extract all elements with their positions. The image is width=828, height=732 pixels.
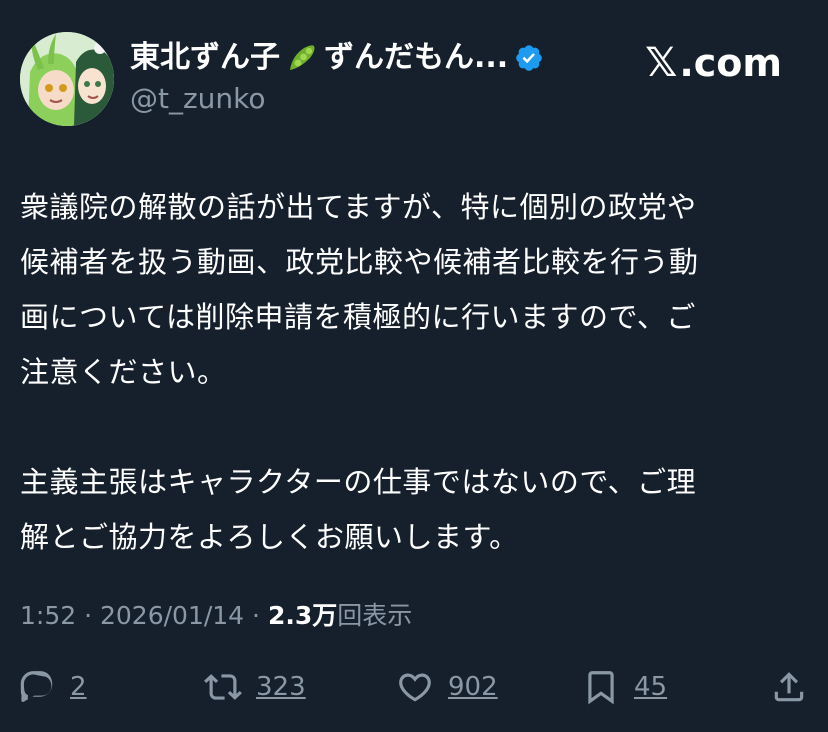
repost-icon — [204, 674, 242, 700]
views-label: 回表示 — [337, 601, 413, 630]
meta-separator: · — [252, 601, 260, 630]
bookmark-icon — [588, 671, 614, 705]
reply-icon — [20, 671, 53, 702]
like-icon — [399, 673, 431, 702]
tweet-paragraph-2: 主義主張はキャラクターの仕事ではないので、ご理 解とご協力をよろしくお願いします… — [20, 465, 697, 554]
brand-domain: .com — [679, 41, 782, 85]
like-count: 902 — [448, 672, 498, 702]
tweet-text: 衆議院の解散の話が出てますが、特に個別の政党や 候補者を扱う動画、政党比較や候補… — [20, 180, 810, 565]
author-handle[interactable]: @t_zunko — [130, 82, 544, 116]
bookmark-button[interactable]: 45 — [582, 664, 667, 710]
like-button[interactable]: 902 — [396, 664, 498, 710]
verified-badge-icon — [514, 43, 544, 73]
display-name-suffix: ずんだもん... — [324, 40, 509, 75]
avatar[interactable] — [20, 32, 114, 126]
reply-button[interactable]: 2 — [18, 664, 87, 710]
x-com-watermark: 𝕏 .com — [645, 40, 782, 86]
display-name-text: 東北ずん子 — [130, 40, 280, 75]
edamame-icon — [286, 42, 318, 74]
display-name[interactable]: 東北ずん子 ずんだもん... — [130, 38, 544, 78]
share-button[interactable] — [770, 664, 808, 710]
x-logo-icon: 𝕏 — [645, 40, 678, 86]
bookmark-count: 45 — [634, 672, 668, 702]
tweet-meta: 1:52 · 2026/01/14 · 2.3万回表示 — [20, 596, 412, 632]
avatar-illustration — [20, 32, 114, 126]
views-count: 2.3万 — [267, 601, 338, 630]
meta-separator: · — [84, 601, 93, 630]
reply-count: 2 — [70, 672, 87, 702]
repost-button[interactable]: 323 — [204, 664, 306, 710]
author-names: 東北ずん子 ずんだもん... @t_zunko — [130, 38, 544, 116]
repost-count: 323 — [256, 672, 306, 702]
tweet-paragraph-1: 衆議院の解散の話が出てますが、特に個別の政党や 候補者を扱う動画、政党比較や候補… — [20, 190, 699, 389]
post-date[interactable]: 2026/01/14 — [100, 601, 244, 630]
share-icon — [774, 672, 804, 702]
action-bar: 2 323 902 45 — [18, 664, 810, 710]
post-time[interactable]: 1:52 — [20, 601, 76, 630]
tweet-header: 東北ずん子 ずんだもん... @t_zunko 𝕏 .com — [20, 32, 810, 128]
